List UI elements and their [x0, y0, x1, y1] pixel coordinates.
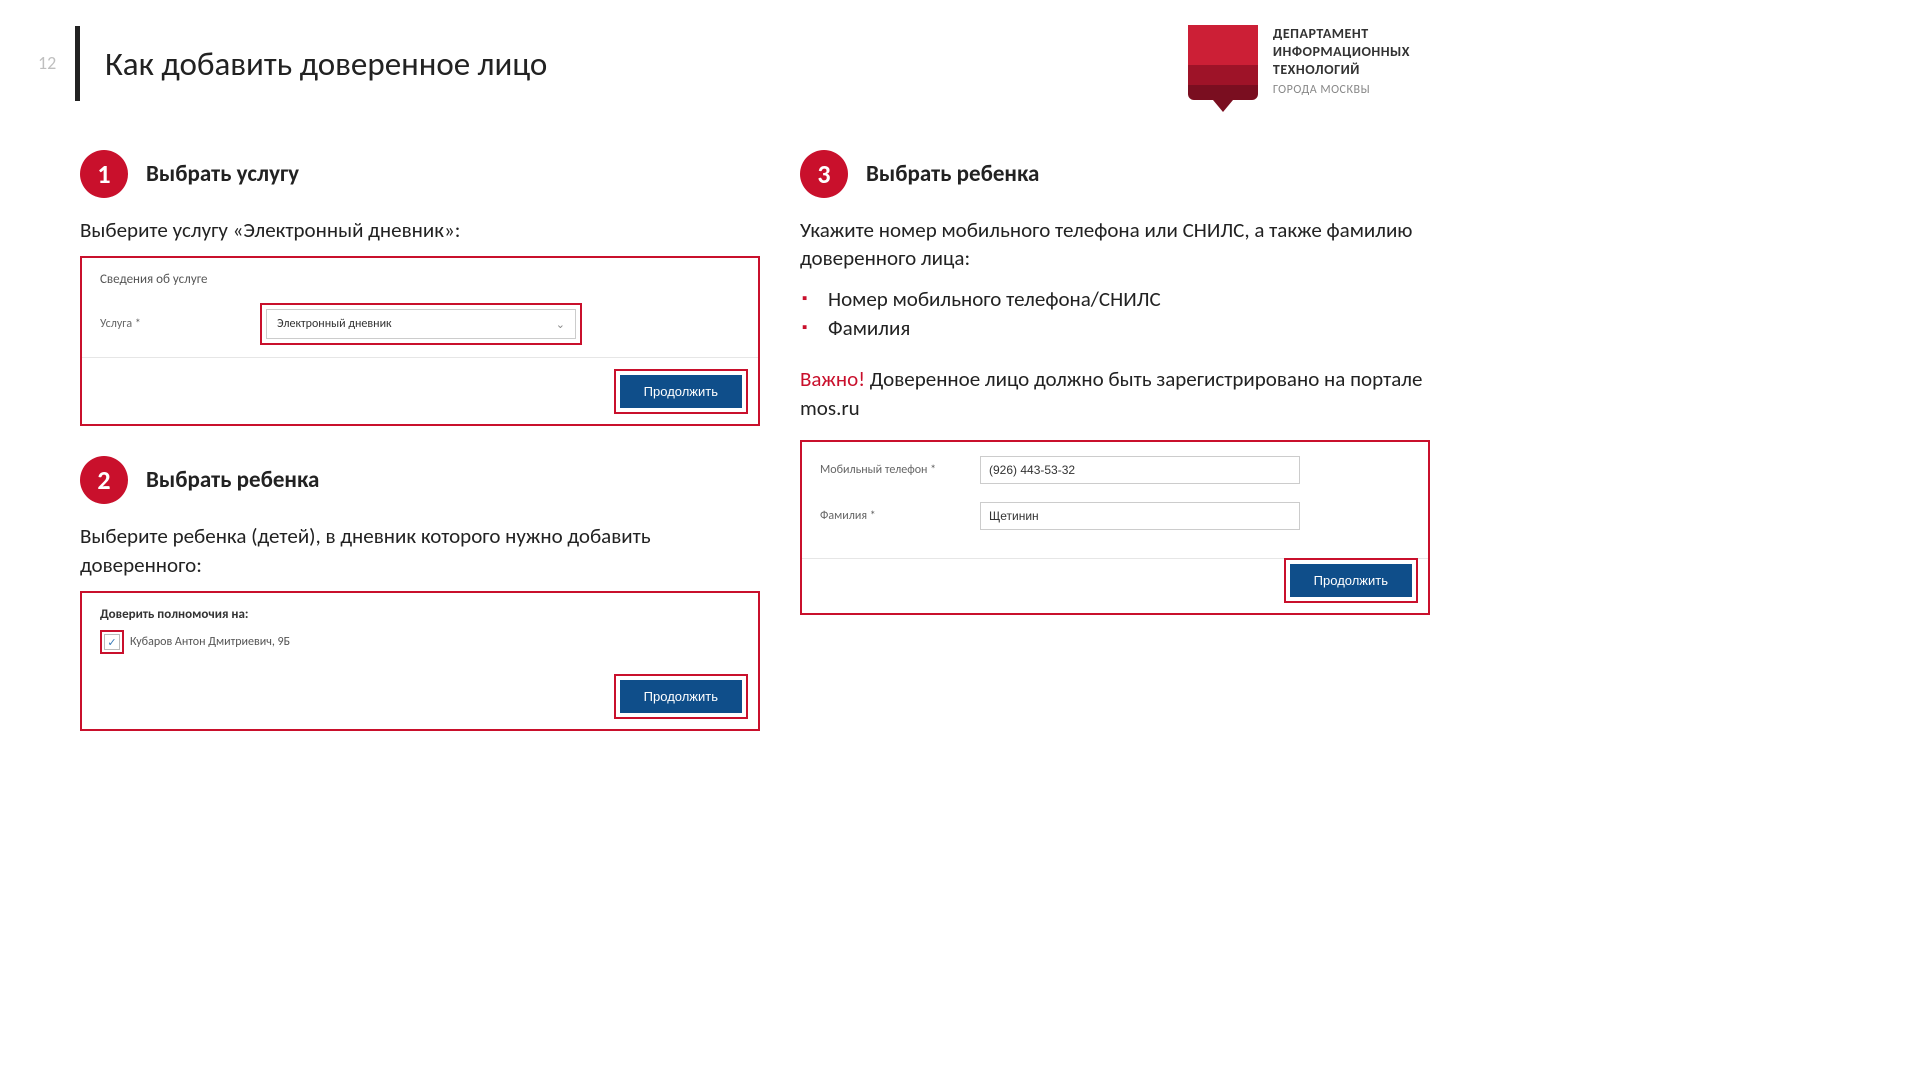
phone-label: Мобильный телефон * [820, 463, 960, 477]
service-info-heading: Сведения об услуге [100, 272, 740, 287]
step3-bullets: Номер мобильного телефона/СНИЛС Фамилия [828, 285, 1430, 344]
step1-number-badge: 1 [80, 150, 128, 198]
page-title: Как добавить доверенное лицо [105, 44, 547, 84]
checkbox-highlight: ✓ [100, 630, 124, 654]
important-text: Доверенное лицо должно быть зарегистриро… [800, 366, 1422, 420]
step2-text: Выберите ребенка (детей), в дневник кото… [80, 522, 760, 579]
step2-panel: Доверить полномочия на: ✓ Кубаров Антон … [80, 591, 760, 731]
step1-text: Выберите услугу «Электронный дневник»: [80, 216, 760, 244]
continue-button-2[interactable]: Продолжить [620, 680, 742, 713]
service-select-highlight: Электронный дневник ⌄ [260, 303, 582, 345]
step2-number-badge: 2 [80, 456, 128, 504]
important-prefix: Важно! [800, 366, 865, 392]
dept-line4: ГОРОДА МОСКВЫ [1273, 83, 1410, 99]
divider [82, 357, 758, 358]
continue-button-3[interactable]: Продолжить [1290, 564, 1412, 597]
step1-title: Выбрать услугу [146, 160, 299, 188]
step2-header: 2 Выбрать ребенка [80, 456, 760, 504]
step3-title: Выбрать ребенка [866, 160, 1039, 188]
bullet-lastname: Фамилия [828, 314, 1430, 343]
important-note: Важно! Доверенное лицо должно быть зарег… [800, 365, 1430, 422]
phone-input[interactable] [980, 456, 1300, 484]
page-number: 12 [38, 52, 56, 74]
service-field-label: Услуга * [100, 317, 240, 331]
delegate-heading: Доверить полномочия на: [100, 607, 740, 622]
service-select[interactable]: Электронный дневник ⌄ [266, 309, 576, 339]
dept-line1: ДЕПАРТАМЕНТ [1273, 25, 1410, 43]
step3-header: 3 Выбрать ребенка [800, 150, 1430, 198]
dept-line2: ИНФОРМАЦИОННЫХ [1273, 43, 1410, 61]
department-text: ДЕПАРТАМЕНТ ИНФОРМАЦИОННЫХ ТЕХНОЛОГИЙ ГО… [1273, 25, 1410, 98]
continue-button[interactable]: Продолжить [620, 375, 742, 408]
title-bar: Как добавить доверенное лицо [75, 26, 547, 101]
dept-line3: ТЕХНОЛОГИЙ [1273, 61, 1410, 79]
step1-panel: Сведения об услуге Услуга * Электронный … [80, 256, 760, 426]
continue-button-highlight: Продолжить [614, 369, 748, 414]
continue-button-highlight-2: Продолжить [614, 674, 748, 719]
child-checkbox[interactable]: ✓ [104, 634, 120, 650]
bullet-phone: Номер мобильного телефона/СНИЛС [828, 285, 1430, 314]
step2-title: Выбрать ребенка [146, 466, 319, 494]
step3-text: Укажите номер мобильного телефона или СН… [800, 216, 1430, 273]
chevron-down-icon: ⌄ [556, 318, 565, 331]
lastname-label: Фамилия * [820, 509, 960, 523]
step3-panel: Мобильный телефон * Фамилия * Продолжить [800, 440, 1430, 615]
continue-button-highlight-3: Продолжить [1284, 558, 1418, 603]
step1-header: 1 Выбрать услугу [80, 150, 760, 198]
department-logo-block: ДЕПАРТАМЕНТ ИНФОРМАЦИОННЫХ ТЕХНОЛОГИЙ ГО… [1188, 25, 1410, 110]
child-name: Кубаров Антон Дмитриевич, 9Б [130, 635, 290, 649]
lastname-input[interactable] [980, 502, 1300, 530]
service-select-value: Электронный дневник [277, 317, 392, 331]
step3-number-badge: 3 [800, 150, 848, 198]
shield-icon [1188, 25, 1258, 110]
child-row: ✓ Кубаров Антон Дмитриевич, 9Б [100, 630, 740, 654]
